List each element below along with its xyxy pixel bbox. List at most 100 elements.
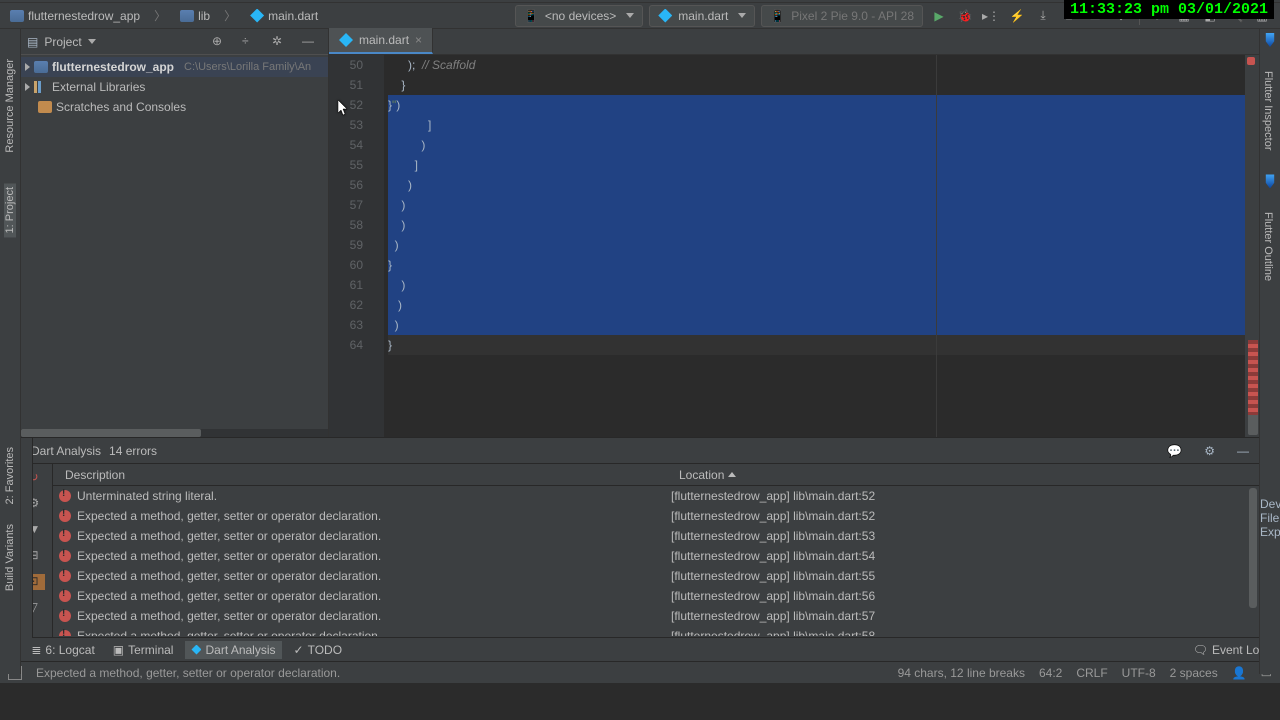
error-location: [flutternestedrow_app] lib\main.dart:53: [671, 529, 1259, 543]
folder-icon: [180, 10, 194, 22]
error-icon: [59, 490, 71, 502]
phone-icon: 📱: [770, 9, 785, 23]
emulator-selector[interactable]: 📱 Pixel 2 Pie 9.0 - API 28: [761, 5, 923, 27]
chevron-down-icon[interactable]: [88, 39, 96, 44]
column-description[interactable]: Description: [53, 464, 671, 485]
analysis-row[interactable]: Expected a method, getter, setter or ope…: [53, 626, 1259, 636]
close-icon[interactable]: ×: [415, 33, 422, 47]
code-line[interactable]: }: [388, 335, 1245, 355]
analysis-scrollbar[interactable]: [1249, 488, 1257, 608]
editor-marker-bar[interactable]: [1245, 55, 1259, 437]
analysis-row[interactable]: Expected a method, getter, setter or ope…: [53, 566, 1259, 586]
analysis-panel-title[interactable]: Dart Analysis: [31, 444, 101, 458]
breadcrumb-project-label: flutternestedrow_app: [28, 9, 140, 23]
expand-arrow-icon[interactable]: [25, 63, 30, 71]
editor-code[interactable]: ); // Scaffold }}") ] ) ] ) ) ) )} ) ) )…: [384, 55, 1245, 437]
chat-icon[interactable]: 💬: [1167, 444, 1182, 458]
analysis-panel-header: Dart Analysis 14 errors 💬 ⚙ —: [21, 438, 1259, 464]
build-variants-tab[interactable]: Build Variants: [4, 524, 16, 591]
coverage-button[interactable]: ▸⋮: [979, 4, 1003, 28]
run-config-label: main.dart: [678, 9, 728, 23]
analysis-table[interactable]: Description Location Unterminated string…: [53, 464, 1259, 637]
settings-icon[interactable]: ⚙: [1204, 444, 1215, 458]
logcat-tab[interactable]: ≣6: Logcat: [25, 641, 100, 659]
code-line[interactable]: ): [388, 275, 1245, 295]
device-selector[interactable]: 📱 <no devices>: [515, 5, 643, 27]
code-line[interactable]: ): [388, 135, 1245, 155]
project-tab[interactable]: 1: Project: [4, 183, 16, 237]
library-icon: [34, 81, 48, 93]
flutter-inspector-tab[interactable]: Flutter Inspector: [1260, 51, 1276, 170]
error-icon: [59, 550, 71, 562]
attach-button[interactable]: ⤓: [1031, 4, 1055, 28]
editor-tab-main[interactable]: main.dart ×: [329, 28, 433, 54]
code-line[interactable]: ]: [388, 155, 1245, 175]
tree-scrollbar[interactable]: [21, 429, 328, 437]
project-tree[interactable]: flutternestedrow_app C:\Users\Lorilla Fa…: [21, 55, 328, 429]
code-line[interactable]: ): [388, 235, 1245, 255]
error-description: Expected a method, getter, setter or ope…: [77, 549, 671, 563]
error-icon: [59, 610, 71, 622]
scratches-icon: [38, 101, 52, 113]
status-line-sep[interactable]: CRLF: [1076, 666, 1107, 680]
code-line[interactable]: ): [388, 195, 1245, 215]
expand-arrow-icon[interactable]: [25, 83, 30, 91]
code-line[interactable]: ): [388, 215, 1245, 235]
analysis-row[interactable]: Expected a method, getter, setter or ope…: [53, 506, 1259, 526]
analysis-row[interactable]: Unterminated string literal.[flutternest…: [53, 486, 1259, 506]
chevron-down-icon: [626, 13, 634, 18]
tree-external-libraries[interactable]: External Libraries: [21, 77, 328, 97]
status-indent[interactable]: 2 spaces: [1170, 666, 1218, 680]
breadcrumb-folder[interactable]: lib: [176, 7, 214, 25]
code-line[interactable]: }: [388, 75, 1245, 95]
inspections-icon[interactable]: 👤: [1232, 666, 1247, 680]
run-button[interactable]: ▶: [927, 4, 951, 28]
tree-root[interactable]: flutternestedrow_app C:\Users\Lorilla Fa…: [21, 57, 328, 77]
analysis-row[interactable]: Expected a method, getter, setter or ope…: [53, 586, 1259, 606]
breadcrumb-project[interactable]: flutternestedrow_app: [6, 7, 144, 25]
chevron-down-icon: [738, 13, 746, 18]
terminal-icon: ▣: [113, 643, 124, 657]
error-stripe[interactable]: [1248, 340, 1258, 415]
settings-icon[interactable]: ✲: [272, 34, 288, 50]
code-line[interactable]: ); // Scaffold: [388, 55, 1245, 75]
hot-reload-button[interactable]: ⚡: [1005, 4, 1029, 28]
device-file-explorer-tab[interactable]: Device File Explorer: [1260, 437, 1280, 539]
editor-gutter[interactable]: 505152535455565758596061626364: [329, 55, 384, 437]
terminal-tab[interactable]: ▣Terminal: [107, 641, 180, 659]
favorites-tab[interactable]: 2: Favorites: [4, 447, 16, 504]
column-location[interactable]: Location: [671, 464, 1259, 485]
error-icon: [59, 530, 71, 542]
code-line[interactable]: ]: [388, 115, 1245, 135]
flutter-outline-tab[interactable]: Flutter Outline: [1260, 192, 1276, 301]
tree-scratches[interactable]: Scratches and Consoles: [21, 97, 328, 117]
status-caret-pos[interactable]: 64:2: [1039, 666, 1062, 680]
editor-tab-label: main.dart: [359, 33, 409, 47]
debug-button[interactable]: 🐞: [953, 4, 977, 28]
error-location: [flutternestedrow_app] lib\main.dart:52: [671, 509, 1259, 523]
tree-root-path: C:\Users\Lorilla Family\An: [184, 61, 311, 73]
analysis-row[interactable]: Expected a method, getter, setter or ope…: [53, 526, 1259, 546]
locate-icon[interactable]: ⊕: [212, 34, 228, 50]
code-line[interactable]: ): [388, 315, 1245, 335]
run-config-selector[interactable]: main.dart: [649, 5, 755, 27]
breadcrumb-file-label: main.dart: [268, 9, 318, 23]
breadcrumb-file[interactable]: main.dart: [246, 7, 322, 25]
hide-icon[interactable]: —: [1237, 444, 1249, 458]
expand-icon[interactable]: ÷: [242, 34, 258, 50]
code-line[interactable]: }"): [388, 95, 1245, 115]
chevron-icon: 〉: [224, 7, 236, 24]
error-location: [flutternestedrow_app] lib\main.dart:57: [671, 609, 1259, 623]
code-line[interactable]: ): [388, 175, 1245, 195]
hide-icon[interactable]: —: [302, 34, 318, 50]
dart-analysis-tab[interactable]: Dart Analysis: [185, 641, 281, 659]
error-indicator-icon[interactable]: [1247, 57, 1255, 65]
project-panel-title[interactable]: Project: [44, 35, 81, 49]
code-line[interactable]: }: [388, 255, 1245, 275]
analysis-row[interactable]: Expected a method, getter, setter or ope…: [53, 546, 1259, 566]
resource-manager-tab[interactable]: Resource Manager: [4, 59, 16, 153]
todo-tab[interactable]: ✓TODO: [288, 641, 349, 659]
analysis-row[interactable]: Expected a method, getter, setter or ope…: [53, 606, 1259, 626]
status-encoding[interactable]: UTF-8: [1122, 666, 1156, 680]
code-line[interactable]: ): [388, 295, 1245, 315]
